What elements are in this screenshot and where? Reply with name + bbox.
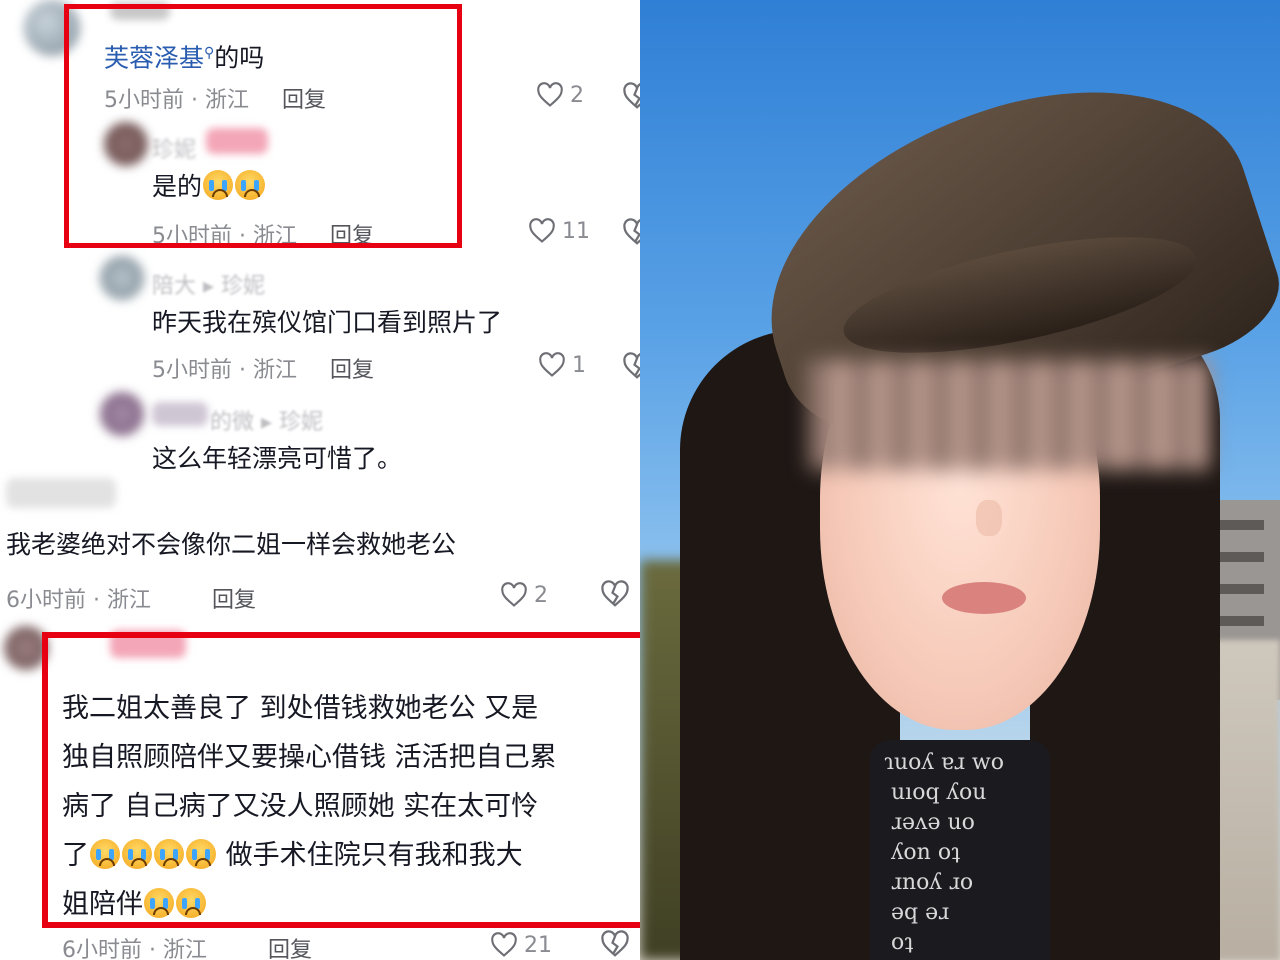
building-window <box>1214 520 1264 530</box>
like-count: 2 <box>570 82 584 108</box>
broken-heart-icon[interactable] <box>622 352 640 380</box>
broken-heart-icon[interactable] <box>622 218 640 246</box>
reply-button[interactable]: 回复 <box>330 352 374 384</box>
like-button[interactable]: 21 <box>490 932 552 958</box>
avatar[interactable] <box>100 392 144 436</box>
highlight-box <box>42 632 640 928</box>
heart-icon <box>539 352 565 377</box>
shirt-print: ɿuoʎ ɐɹ wo uıoq ʎou ɹəʌə uo ʎon oʇ ɹnoʎ … <box>870 740 1050 960</box>
broken-heart-icon[interactable] <box>600 580 630 608</box>
like-count: 1 <box>572 352 586 378</box>
comment-meta: 5小时前 · 浙江 <box>152 358 297 383</box>
building-window <box>1214 584 1264 594</box>
broken-heart-icon[interactable] <box>600 930 630 958</box>
like-button[interactable]: 2 <box>500 582 548 608</box>
username-blurred[interactable] <box>6 478 116 508</box>
heart-icon <box>537 82 563 107</box>
heart-icon <box>501 582 527 607</box>
like-count: 2 <box>534 582 548 608</box>
comment-text: 我老婆绝对不会像你二姐一样会救她老公 <box>6 530 457 559</box>
avatar[interactable] <box>100 256 144 300</box>
comment-meta: 6小时前 · 浙江 <box>62 938 207 960</box>
username-blurred[interactable] <box>152 402 208 426</box>
comment-text: 这么年轻漂亮可惜了。 <box>152 444 403 473</box>
lips <box>942 582 1026 614</box>
reply-button[interactable]: 回复 <box>268 932 312 960</box>
like-button[interactable]: 1 <box>538 352 586 378</box>
comment-panel: 芙蓉泽基⚲的吗 5小时前 · 浙江 回复 2 珍妮 是的 5小时前 · 浙江 回… <box>0 0 640 960</box>
photo-panel: ɿuoʎ ɐɹ wo uıoq ʎou ɹəʌə uo ʎon oʇ ɹnoʎ … <box>640 0 1280 960</box>
reply-button[interactable]: 回复 <box>212 582 256 614</box>
like-count: 11 <box>562 218 590 244</box>
heart-icon <box>491 932 517 957</box>
face-blur-censor <box>810 360 1210 470</box>
like-button[interactable]: 11 <box>528 218 590 244</box>
like-button[interactable]: 2 <box>536 82 584 108</box>
like-count: 21 <box>524 932 552 958</box>
comment-meta: 6小时前 · 浙江 <box>6 588 151 613</box>
heart-icon <box>529 218 555 243</box>
username-partial[interactable]: 陪大 ▸ 珍妮 <box>152 268 265 300</box>
username-partial[interactable]: 的微 ▸ 珍妮 <box>210 404 323 436</box>
broken-heart-icon[interactable] <box>622 82 640 110</box>
comment-text: 昨天我在殡仪馆门口看到照片了 <box>152 308 503 337</box>
highlight-box <box>64 4 462 248</box>
building-window <box>1214 616 1264 626</box>
building-window <box>1214 552 1264 562</box>
nose <box>976 500 1002 536</box>
